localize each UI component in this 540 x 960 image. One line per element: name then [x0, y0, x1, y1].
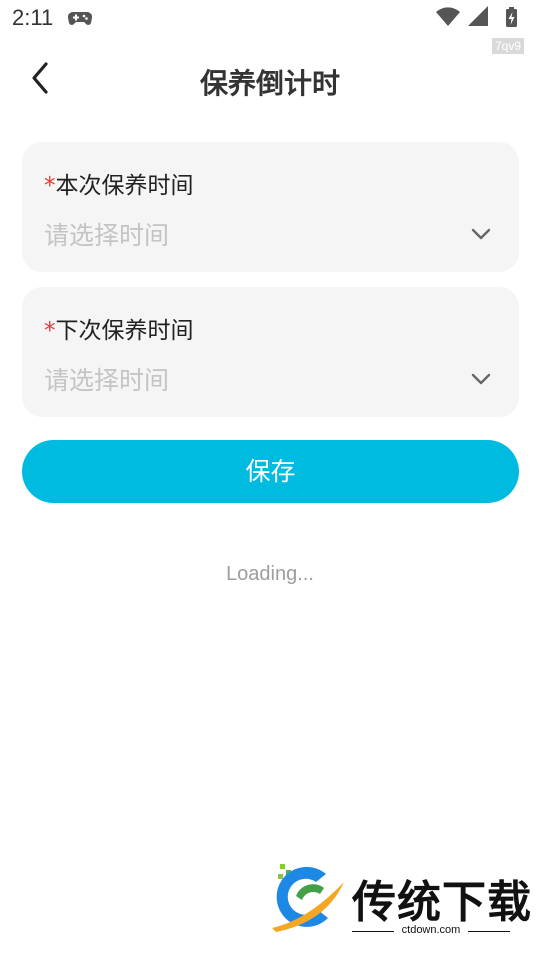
- chevron-down-icon[interactable]: [469, 222, 493, 246]
- status-time: 2:11: [12, 5, 54, 30]
- brand-url: ctdown.com: [352, 924, 510, 936]
- field-label-text: 本次保养时间: [55, 173, 194, 199]
- field-label: *本次保养时间: [44, 166, 194, 200]
- wifi-icon: [436, 7, 460, 26]
- time-select[interactable]: 请选择时间: [44, 361, 169, 397]
- time-select[interactable]: 请选择时间: [44, 216, 169, 252]
- game-controller-icon: [68, 11, 92, 25]
- status-icons: [436, 6, 517, 27]
- field-label-text: 下次保养时间: [55, 318, 194, 344]
- current-maintenance-time-field[interactable]: *本次保养时间 请选择时间: [22, 142, 519, 272]
- signal-icon: [468, 6, 488, 26]
- loading-text: Loading...: [226, 563, 314, 585]
- battery-charging-icon: [506, 7, 517, 27]
- field-label: *下次保养时间: [44, 311, 194, 345]
- brand-logo-icon: [272, 864, 344, 932]
- required-mark: *: [44, 318, 56, 344]
- next-maintenance-time-field[interactable]: *下次保养时间 请选择时间: [22, 287, 519, 417]
- save-button[interactable]: 保存: [22, 440, 519, 503]
- status-bar: 2:11 7qv9: [0, 0, 540, 54]
- page-title: 保养倒计时: [199, 67, 340, 100]
- app-header: 保养倒计时: [0, 48, 540, 112]
- required-mark: *: [44, 173, 56, 199]
- brand-name: 传统下载: [352, 877, 532, 928]
- chevron-down-icon[interactable]: [469, 367, 493, 391]
